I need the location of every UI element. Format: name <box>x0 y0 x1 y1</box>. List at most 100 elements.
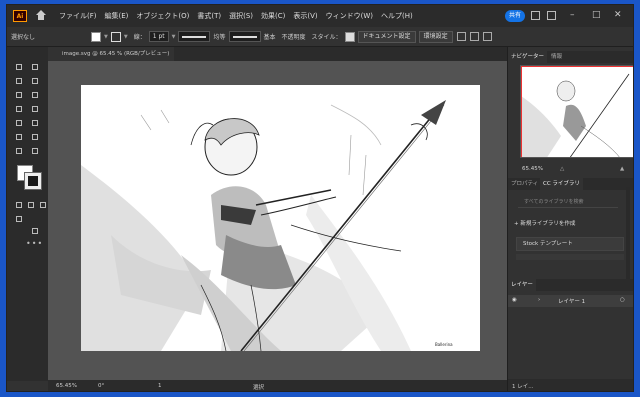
workspace-icon[interactable] <box>547 11 556 20</box>
new-library-button[interactable]: + 新規ライブラリを作成 <box>514 219 575 227</box>
menu-help[interactable]: ヘルプ(H) <box>381 11 413 21</box>
minimize-icon[interactable]: – <box>570 10 575 20</box>
menu-type[interactable]: 書式(T) <box>197 11 221 21</box>
tab-info[interactable]: 情報 <box>548 51 565 63</box>
eyedropper-tool-icon[interactable] <box>31 133 39 141</box>
menu-window[interactable]: ウィンドウ(W) <box>326 11 373 21</box>
navigator-tabs: ナビゲーター 情報 <box>508 51 633 63</box>
zoom-tool-icon[interactable] <box>31 147 39 155</box>
library-scrollbar[interactable] <box>626 187 630 283</box>
width-tool-icon[interactable] <box>31 119 39 127</box>
chevron-right-icon[interactable]: › <box>538 297 540 303</box>
menu-bar: Ai ファイル(F) 編集(E) オブジェクト(O) 書式(T) 選択(S) 効… <box>7 5 633 27</box>
layer-target-icon[interactable]: ○ <box>620 297 625 303</box>
more-tools-icon[interactable]: ••• <box>26 239 43 248</box>
menu-effect[interactable]: 効果(C) <box>261 11 285 21</box>
layers-footer: 1 レイ... <box>508 379 633 391</box>
opacity-label[interactable]: 不透明度 <box>282 32 306 41</box>
brush-preview[interactable] <box>228 31 261 42</box>
navigator-zoom-value[interactable]: 65.45% <box>522 166 543 172</box>
right-panel-dock: ナビゲーター 情報 65.45% △ ▲ プロパティ CC ライブラリ すべての… <box>507 47 633 391</box>
chevron-down-icon[interactable]: ▼ <box>104 34 108 40</box>
artboard[interactable]: Ballerina <box>81 85 480 351</box>
menu-view[interactable]: 表示(V) <box>293 11 317 21</box>
document-tab-title: image.svg @ 65.45 % (RGB/プレビュー) <box>62 51 170 57</box>
navigator-view-box[interactable] <box>521 66 633 157</box>
paintbrush-tool-icon[interactable] <box>31 91 39 99</box>
menu-list: ファイル(F) 編集(E) オブジェクト(O) 書式(T) 選択(S) 効果(C… <box>59 11 421 21</box>
library-search-input[interactable]: すべてのライブラリを検索 <box>518 197 618 208</box>
draw-mode-icon[interactable] <box>15 215 23 223</box>
basic-label[interactable]: 基本 <box>264 32 276 41</box>
stroke-swatch[interactable] <box>110 31 121 42</box>
stroke-label: 線： <box>133 34 146 41</box>
stroke-color-box[interactable] <box>24 172 42 190</box>
signature: Ballerina <box>435 342 453 347</box>
direct-selection-tool-icon[interactable] <box>31 63 39 71</box>
tab-navigator[interactable]: ナビゲーター <box>508 51 548 63</box>
menu-file[interactable]: ファイル(F) <box>59 11 97 21</box>
library-tabs: プロパティ CC ライブラリ <box>508 178 633 190</box>
artboard-number-field[interactable]: 1 <box>158 383 162 389</box>
menu-select[interactable]: 選択(S) <box>229 11 253 21</box>
tab-properties[interactable]: プロパティ <box>508 178 541 190</box>
eraser-tool-icon[interactable] <box>15 119 23 127</box>
menu-icon[interactable] <box>482 32 492 41</box>
tab-layers[interactable]: レイヤー <box>508 279 536 291</box>
align-icon[interactable] <box>469 32 479 41</box>
zoom-field[interactable]: 65.45% <box>56 383 77 389</box>
share-button[interactable]: 共有 <box>505 10 525 22</box>
status-bar: 65.45% 0° 1 選択 <box>48 380 507 391</box>
maximize-icon[interactable]: □ <box>592 10 601 20</box>
document-tab-bar: image.svg @ 65.45 % (RGB/プレビュー) <box>48 47 507 61</box>
arrange-icon[interactable] <box>456 32 466 41</box>
style-label: スタイル： <box>311 34 342 41</box>
rectangle-tool-icon[interactable] <box>15 91 23 99</box>
zoom-out-icon[interactable]: △ <box>560 166 564 172</box>
fill-swatch[interactable] <box>91 31 101 42</box>
home-icon[interactable] <box>35 10 47 22</box>
document-setup-button[interactable]: ドキュメント設定 <box>357 30 416 43</box>
search-icon[interactable] <box>531 11 540 20</box>
zoom-in-icon[interactable]: ▲ <box>620 166 624 172</box>
control-bar: 選択なし ▼ ▼ 線： 1 pt ▼ 均等 基本 不透明度 スタイル： ドキュメ… <box>7 27 633 47</box>
screen-mode-icon[interactable] <box>31 227 39 235</box>
close-icon[interactable]: ✕ <box>614 10 622 20</box>
navigator-zoom-row: 65.45% △ ▲ <box>508 164 633 175</box>
preferences-button[interactable]: 環境設定 <box>418 30 453 43</box>
type-tool-icon[interactable] <box>15 105 23 113</box>
gradient-tool-icon[interactable] <box>15 133 23 141</box>
layer-name[interactable]: レイヤー 1 <box>558 297 585 305</box>
layer-row[interactable]: ◉ › レイヤー 1 ○ <box>508 295 633 307</box>
tools-panel: ••• <box>7 47 48 381</box>
document-tab[interactable]: image.svg @ 65.45 % (RGB/プレビュー) <box>48 47 174 61</box>
rotation-field[interactable]: 0° <box>98 383 104 389</box>
tab-cc-libraries[interactable]: CC ライブラリ <box>540 178 583 190</box>
rotate-tool-icon[interactable] <box>31 105 39 113</box>
layer-count: 1 レイ... <box>512 384 534 390</box>
illustrator-window: Ai ファイル(F) 編集(E) オブジェクト(O) 書式(T) 選択(S) 効… <box>6 4 634 392</box>
gradient-mode-icon[interactable] <box>27 201 35 209</box>
uniform-label[interactable]: 均等 <box>213 32 225 41</box>
stock-template-item[interactable]: Stock テンプレート <box>516 237 624 251</box>
pen-tool-icon[interactable] <box>15 77 23 85</box>
menu-object[interactable]: オブジェクト(O) <box>136 11 189 21</box>
color-mode-icon[interactable] <box>15 201 23 209</box>
chevron-down-icon[interactable]: ▼ <box>124 34 128 40</box>
new-library-label: 新規ライブラリを作成 <box>520 221 576 227</box>
app-logo: Ai <box>13 10 27 22</box>
eye-icon[interactable]: ◉ <box>512 297 517 303</box>
navigator-thumbnail[interactable] <box>520 65 633 158</box>
artboard-tool-icon[interactable] <box>15 147 23 155</box>
chevron-down-icon[interactable]: ▼ <box>172 34 176 40</box>
menu-edit[interactable]: 編集(E) <box>105 11 129 21</box>
stroke-profile-preview[interactable] <box>178 31 211 42</box>
library-item-partial[interactable] <box>516 254 624 260</box>
stroke-weight-field[interactable]: 1 pt <box>148 31 169 42</box>
curvature-tool-icon[interactable] <box>31 77 39 85</box>
none-mode-icon[interactable] <box>39 201 47 209</box>
selection-tool-icon[interactable] <box>15 63 23 71</box>
illustration <box>81 100 446 351</box>
style-swatch[interactable] <box>344 31 355 42</box>
canvas-area[interactable]: Ballerina <box>48 61 507 380</box>
